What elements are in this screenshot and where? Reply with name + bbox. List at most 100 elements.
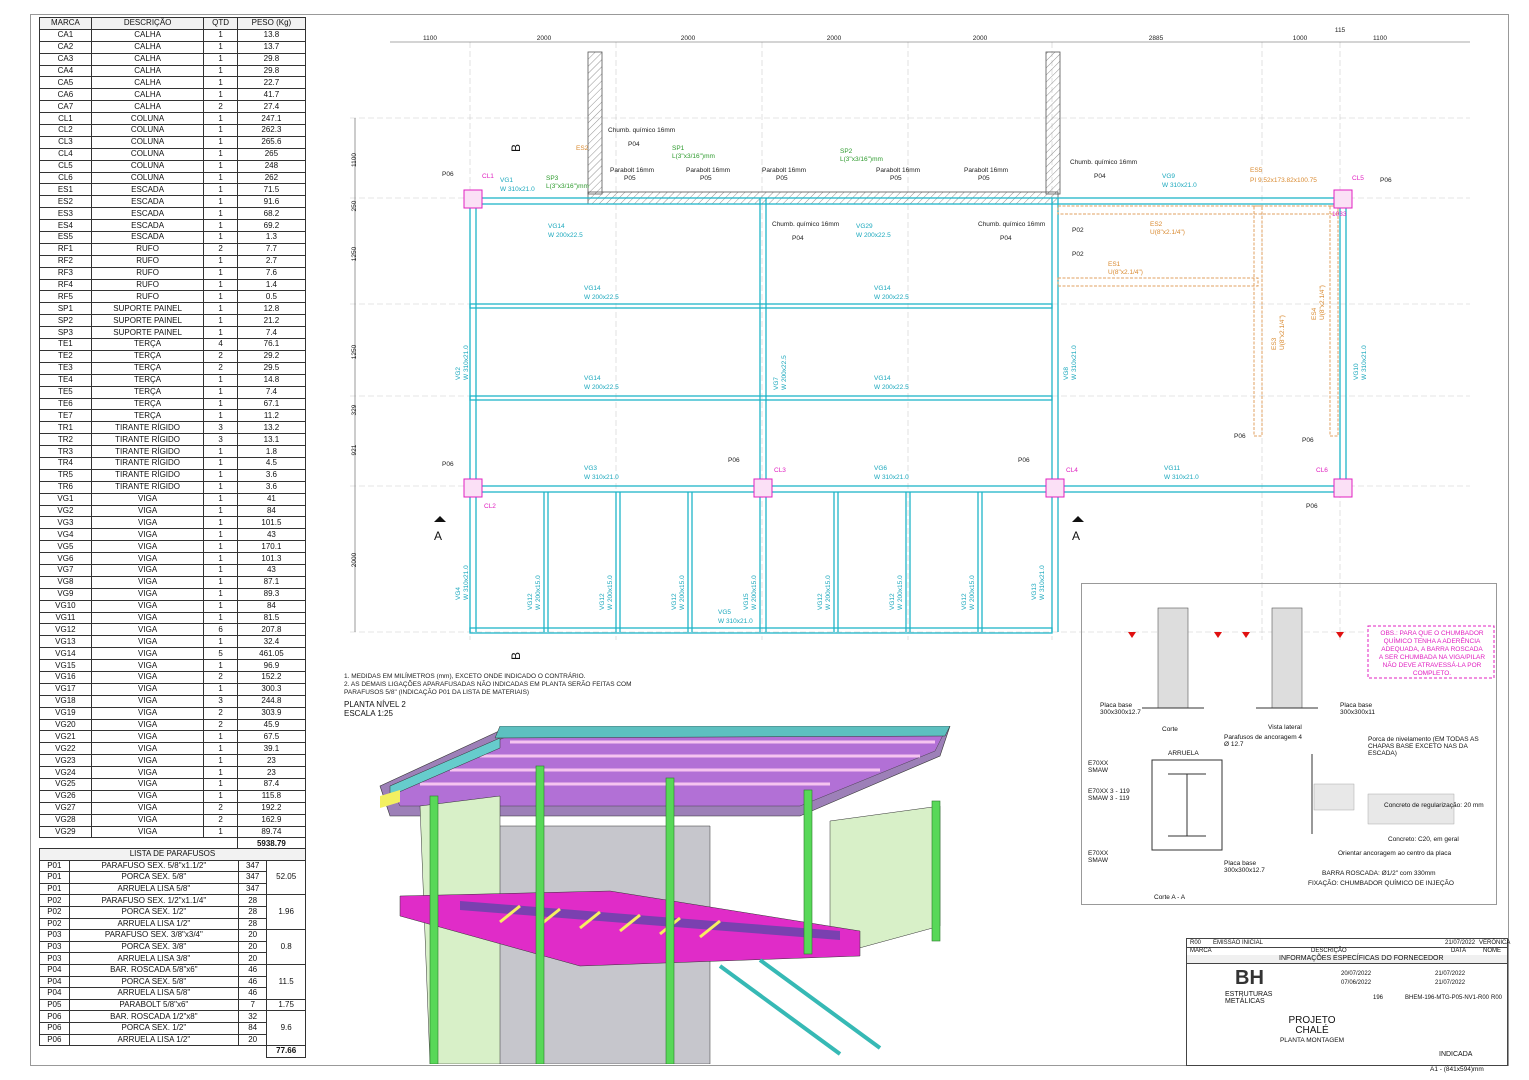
table-cell: CL1 <box>39 112 92 126</box>
project-line-3: PLANTA MONTAGEM <box>1279 1037 1345 1044</box>
table-cell: 461.05 <box>236 647 307 661</box>
plan-label: P06 <box>1302 437 1314 444</box>
table-cell: 262.3 <box>236 124 307 137</box>
table-cell: 1 <box>203 397 238 411</box>
table-row: TR3 TIRANTE RÍGIDO 1 1.8 <box>39 445 307 458</box>
table-cell: VIGA <box>90 587 205 601</box>
section-b-top: B <box>509 144 523 152</box>
table-row: TE2 TERÇA 2 29.2 <box>39 349 307 363</box>
rev-name: VERÔNICA <box>1479 940 1511 946</box>
obs-line-3: ADEQUADA, A BARRA ROSCADA <box>1381 646 1483 653</box>
table-cell: VG26 <box>39 789 92 803</box>
plan-label: P04 <box>1094 173 1106 180</box>
dim-label: 2885 <box>1149 35 1164 42</box>
table-cell: 1 <box>203 278 238 292</box>
plan-label: W 310x21.0 <box>500 186 535 193</box>
table-cell: 46 <box>237 975 268 989</box>
plan-label: W 200x15.0 <box>535 575 542 610</box>
table-cell: VG9 <box>39 587 92 601</box>
table-cell: 1 <box>203 528 238 542</box>
table-cell: TE4 <box>39 373 92 387</box>
table-cell: VG15 <box>39 659 92 672</box>
table-row: CA6 CALHA 1 41.7 <box>39 88 307 102</box>
plan-label: VG14 <box>584 285 601 292</box>
materials-col-2: QTD <box>203 17 238 30</box>
table-cell: 20 <box>237 952 268 965</box>
table-cell: PARAFUSO SEX. 3/8"x3/4" <box>68 929 240 942</box>
table-cell: TR1 <box>39 421 92 435</box>
table-cell: PARAFUSO SEX. 1/2"x1.1/4" <box>68 894 240 907</box>
table-cell: ES2 <box>39 195 92 209</box>
plan-label: P02 <box>1072 251 1084 258</box>
bolt-weight: 1.96 <box>266 894 306 931</box>
obs-line-2: QUÍMICO TENHA A ADERÊNCIA <box>1383 638 1481 645</box>
escala-value: INDICADA <box>1439 1051 1473 1058</box>
bolt-weight: 0.8 <box>266 929 306 965</box>
table-cell: VIGA <box>90 742 205 756</box>
table-cell: 1 <box>203 635 238 649</box>
plan-label: W 200x15.0 <box>751 575 758 610</box>
plan-label: VG2 <box>455 367 462 380</box>
table-cell: ARRUELA LISA 5/8" <box>68 882 240 896</box>
note-2b: PARAFUSOS 5/8" (INDICAÇÃO P01 DA LISTA D… <box>344 689 530 696</box>
table-cell: 21.2 <box>236 314 307 328</box>
table-row: RF3 RUFO 1 7.6 <box>39 266 307 280</box>
table-cell: VIGA <box>90 659 205 672</box>
plan-label: W 200x22.5 <box>874 384 909 391</box>
plan-title-text: PLANTA NÍVEL 2 <box>344 700 406 709</box>
table-cell: 3 <box>203 694 238 708</box>
table-cell: 46 <box>237 963 268 977</box>
table-cell: RUFO <box>90 278 205 292</box>
rev-date: 21/07/2022 <box>1445 940 1476 946</box>
table-cell: 1 <box>203 171 238 185</box>
table-cell: ESCADA <box>90 231 205 244</box>
table-cell: 3.6 <box>236 468 307 482</box>
table-cell: VIGA <box>90 813 205 827</box>
table-row: ES1 ESCADA 1 71.5 <box>39 183 307 197</box>
table-row: P03 PORCA SEX. 3/8" 20 <box>39 940 306 954</box>
table-cell: 2 <box>203 242 238 256</box>
note-2: 2. AS DEMAIS LIGAÇÕES APARAFUSADAS NÃO I… <box>344 681 632 688</box>
table-cell: VG12 <box>39 623 92 637</box>
plan-label: VG11 <box>1164 465 1181 472</box>
plan-label: W 200x15.0 <box>607 575 614 610</box>
table-cell: 20 <box>237 940 268 954</box>
obs-line-6: COMPLETO. <box>1412 670 1452 677</box>
table-cell: VG4 <box>39 528 92 542</box>
table-row: CA5 CALHA 1 22.7 <box>39 76 307 90</box>
plan-label: P05 <box>890 175 902 182</box>
table-cell: 1 <box>203 540 238 554</box>
plan-label: VG10 <box>1353 363 1360 380</box>
table-cell: P01 <box>39 882 70 896</box>
plan-label: VG7 <box>773 377 780 390</box>
placa-3: Placa base 300x300x12.7 <box>1224 860 1265 874</box>
table-cell: 1 <box>203 326 238 340</box>
table-cell: 1 <box>203 266 238 280</box>
table-cell: P04 <box>39 975 70 989</box>
plan-label: PI 9.52x173.82x100.75 <box>1250 177 1317 184</box>
table-cell: PORCA SEX. 5/8" <box>68 975 240 989</box>
table-cell: 162.9 <box>236 813 307 827</box>
table-row: VG15 VIGA 1 96.9 <box>39 659 307 672</box>
table-cell: COLUNA <box>90 159 205 173</box>
table-cell: 1 <box>203 682 238 696</box>
table-cell: 1 <box>203 766 238 779</box>
table-cell: VG10 <box>39 599 92 613</box>
table-cell: 29.5 <box>236 361 307 375</box>
table-cell: CL4 <box>39 147 92 161</box>
table-cell: SP3 <box>39 326 92 340</box>
table-cell: VG17 <box>39 682 92 696</box>
table-cell: ES4 <box>39 219 92 233</box>
plan-label: W 310x21.0 <box>1361 345 1368 380</box>
plan-label: CL1 <box>482 173 494 180</box>
bolt-weight: 11.5 <box>266 963 306 1000</box>
table-row: TE3 TERÇA 2 29.5 <box>39 361 307 375</box>
table-cell: ARRUELA LISA 1/2" <box>68 1033 240 1047</box>
table-cell: VG22 <box>39 742 92 756</box>
table-cell: ESCADA <box>90 195 205 209</box>
table-row: ES3 ESCADA 1 68.2 <box>39 207 307 221</box>
table-row: CA4 CALHA 1 29.8 <box>39 64 307 78</box>
table-row: VG25 VIGA 1 87.4 <box>39 778 307 791</box>
table-cell: BAR. ROSCADA 5/8"x6" <box>68 963 240 977</box>
table-cell: SUPORTE PAINEL <box>90 326 205 340</box>
